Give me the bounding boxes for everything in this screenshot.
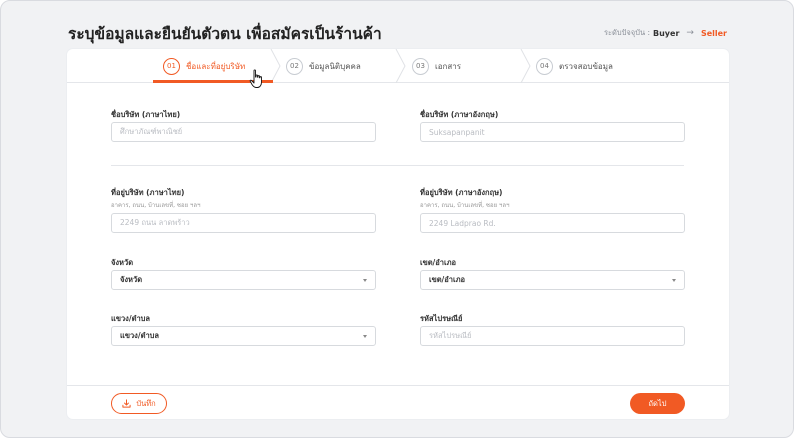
chevron-right-icon [520, 49, 531, 83]
save-label: บันทึก [136, 398, 156, 408]
stepper: 01 ชื่อและที่อยู่บริษัท 02 ข้อมูลนิติบุค… [67, 49, 729, 83]
step-number: 04 [536, 57, 553, 75]
step-label: ชื่อและที่อยู่บริษัท [186, 61, 246, 71]
step-2[interactable]: 02 ข้อมูลนิติบุคคล [286, 49, 361, 83]
address-th-input[interactable]: 2249 ถนน ลาดพร้าว [111, 213, 376, 233]
address-en-hint: อาคาร, ถนน, บ้านเลขที่, ซอย ฯลฯ [420, 202, 510, 209]
next-button[interactable]: ถัดไป [630, 393, 685, 414]
caret-down-icon [363, 278, 367, 282]
subdistrict-value: แขวง/ตำบล [120, 331, 160, 340]
chevron-right-icon [270, 49, 281, 83]
company-th-input[interactable]: ศึกษาภัณฑ์พาณิชย์ [111, 122, 376, 142]
step-label: เอกสาร [435, 61, 462, 71]
page-title: ระบุข้อมูลและยืนยันตัวตน เพื่อสมัครเป็นร… [68, 25, 382, 43]
hand-pointer-icon [249, 69, 262, 88]
download-icon [122, 399, 131, 408]
postcode-input[interactable]: รหัสไปรษณีย์ [420, 326, 685, 346]
save-button[interactable]: บันทึก [111, 393, 167, 414]
role-indicator: ระดับปัจจุบัน : Buyer → Seller [604, 27, 727, 39]
caret-down-icon [672, 278, 676, 282]
step-number: 01 [163, 57, 180, 75]
caret-down-icon [363, 334, 367, 338]
province-value: จังหวัด [120, 275, 143, 284]
form-card: 01 ชื่อและที่อยู่บริษัท 02 ข้อมูลนิติบุค… [67, 49, 729, 419]
postcode-label: รหัสไปรษณีย์ [420, 314, 463, 323]
subdistrict-label: แขวง/ตำบล [111, 314, 151, 323]
province-label: จังหวัด [111, 258, 134, 267]
company-th-label: ชื่อบริษัท (ภาษาไทย) [111, 110, 181, 119]
step-label: ตรวจสอบข้อมูล [559, 61, 613, 71]
address-th-hint: อาคาร, ถนน, บ้านเลขที่, ซอย ฯลฯ [111, 202, 201, 209]
step-number: 02 [286, 57, 303, 75]
company-en-label: ชื่อบริษัท (ภาษาอังกฤษ) [420, 110, 499, 119]
address-en-label: ที่อยู่บริษัท (ภาษาอังกฤษ) [420, 188, 503, 197]
next-role: Seller [700, 28, 727, 38]
chevron-right-icon [395, 49, 406, 83]
company-en-input[interactable]: Suksapanpanit [420, 122, 685, 142]
step-label: ข้อมูลนิติบุคคล [309, 61, 361, 71]
section-divider [111, 165, 684, 166]
step-3[interactable]: 03 เอกสาร [412, 49, 461, 83]
role-prefix: ระดับปัจจุบัน : [603, 28, 651, 37]
address-th-label: ที่อยู่บริษัท (ภาษาไทย) [111, 188, 185, 197]
step-number: 03 [412, 57, 429, 75]
current-role: Buyer [653, 28, 680, 38]
arrow-right-icon: → [686, 28, 694, 38]
step-1[interactable]: 01 ชื่อและที่อยู่บริษัท [163, 49, 245, 83]
province-select[interactable]: จังหวัด [111, 270, 376, 290]
footer-divider [67, 385, 729, 386]
district-select[interactable]: เขต/อำเภอ [420, 270, 685, 290]
district-value: เขต/อำเภอ [429, 275, 466, 284]
district-label: เขต/อำเภอ [420, 258, 457, 267]
address-en-input[interactable]: 2249 Ladprao Rd. [420, 213, 685, 233]
step-4[interactable]: 04 ตรวจสอบข้อมูล [536, 49, 613, 83]
subdistrict-select[interactable]: แขวง/ตำบล [111, 326, 376, 346]
browser-frame: ระบุข้อมูลและยืนยันตัวตน เพื่อสมัครเป็นร… [0, 0, 794, 438]
